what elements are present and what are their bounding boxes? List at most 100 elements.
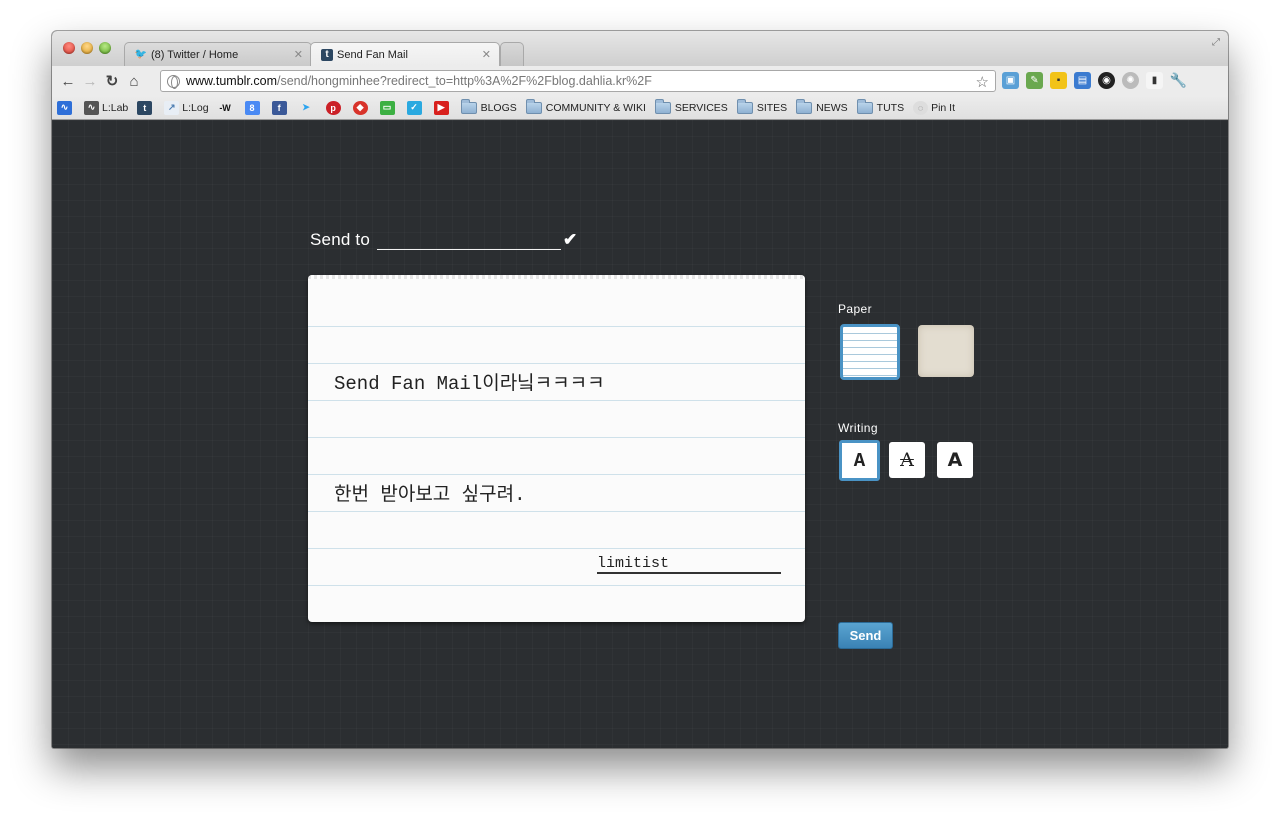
bookmark-label: BLOGS	[480, 101, 517, 114]
evernote-icon[interactable]: ✎	[1026, 72, 1043, 89]
close-icon[interactable]: ✕	[294, 48, 303, 61]
bookmark-llab[interactable]: ∿ L:Lab	[84, 100, 129, 115]
activity-icon: ∿	[57, 100, 72, 115]
screen-capture-icon[interactable]: ▤	[1074, 72, 1091, 89]
tab-label: Send Fan Mail	[337, 48, 408, 61]
extension-icons: ▣ ✎ ▪ ▤ ◉ ✺ ▮ 🔧	[1002, 72, 1187, 89]
check-icon: ✔	[563, 230, 578, 249]
browser-toolbar: ← → ↻ ⌂ www.tumblr.com/send/hongminhee?r…	[52, 66, 1228, 96]
forward-arrow-icon[interactable]: →	[79, 73, 101, 90]
twitter-icon: ➤	[302, 102, 310, 112]
folder-icon	[460, 98, 477, 114]
w-icon: -W	[219, 102, 231, 113]
bookmark-label: TUTS	[876, 101, 905, 114]
phone-icon[interactable]: ▮	[1146, 72, 1163, 89]
tab-strip: 🐦 (8) Twitter / Home ✕ t Send Fan Mail ✕…	[52, 31, 1228, 66]
send-button[interactable]: Send	[838, 622, 893, 649]
pin-icon: ◌	[913, 100, 929, 115]
bookmark-gem[interactable]: ◆	[352, 100, 371, 115]
bookmark-folder-community[interactable]: COMMUNITY & WIKI	[525, 98, 646, 114]
folder-icon	[856, 98, 873, 114]
tumblr-icon: t	[137, 100, 153, 115]
color-wheel-icon[interactable]: ◉	[1098, 72, 1115, 89]
bookmark-folder-sites[interactable]: SITES	[736, 98, 788, 114]
fullscreen-icon[interactable]: ⤢	[1212, 37, 1220, 48]
close-window-button[interactable]	[63, 42, 75, 54]
bookmarks-bar: ∿ ∿ L:Lab t ↗ L:Log -W 8 f ➤ p ◆ ▭ ✓ ▶ B…	[52, 96, 1228, 120]
font-option-script[interactable]: A	[889, 442, 925, 478]
battery-icon: ▭	[379, 100, 395, 115]
bookmark-activity[interactable]: ∿	[57, 100, 75, 115]
foursquare-icon: ✓	[406, 100, 422, 115]
letter-paper[interactable]: Send Fan Mail이라닠ㅋㅋㅋㅋ 한번 받아보고 싶구려. limiti…	[308, 275, 805, 622]
bookmark-youtube[interactable]: ▶	[433, 100, 452, 115]
bookmark-pinterest[interactable]: p	[325, 100, 344, 115]
signature: limitist	[597, 555, 781, 574]
tumblr-icon: t	[321, 48, 333, 61]
bookmark-twitter[interactable]: ➤	[299, 101, 317, 115]
log-icon: ↗	[164, 100, 180, 115]
bookmark-llog[interactable]: ↗ L:Log	[164, 100, 209, 115]
url-domain: www.tumblr.com	[186, 74, 277, 88]
send-to-row: Send to ✔	[310, 228, 577, 250]
paper-option-lined[interactable]	[840, 324, 900, 380]
tab-send-fan-mail[interactable]: t Send Fan Mail ✕	[310, 42, 500, 66]
wrench-icon[interactable]: 🔧	[1170, 72, 1187, 89]
bookmark-facebook[interactable]: f	[271, 100, 290, 115]
bookmark-label: NEWS	[816, 101, 848, 114]
bookmark-label: SITES	[756, 101, 788, 114]
message-textarea[interactable]: Send Fan Mail이라닠ㅋㅋㅋㅋ 한번 받아보고 싶구려.	[334, 292, 784, 588]
font-option-sans[interactable]: A	[937, 442, 973, 478]
zoom-window-button[interactable]	[99, 42, 111, 54]
fan-mail-page: Send to ✔ Send Fan Mail이라닠ㅋㅋㅋㅋ 한번 받아보고 싶…	[52, 120, 1228, 748]
bookmark-folder-services[interactable]: SERVICES	[654, 98, 728, 114]
bookmark-pin-it[interactable]: ◌ Pin It	[913, 100, 956, 115]
bookmark-star-icon[interactable]: ☆	[976, 73, 989, 91]
bookmark-foursquare[interactable]: ✓	[406, 100, 425, 115]
youtube-icon: ▶	[433, 100, 449, 115]
bookmark-folder-blogs[interactable]: BLOGS	[460, 98, 517, 114]
twitter-icon: 🐦	[134, 49, 148, 60]
font-option-typewriter[interactable]: A	[839, 440, 880, 481]
note-icon[interactable]: ▪	[1050, 72, 1067, 89]
bookmark-tumblr[interactable]: t	[137, 100, 155, 115]
home-icon[interactable]: ⌂	[123, 73, 145, 90]
close-icon[interactable]: ✕	[482, 48, 491, 61]
bookmark-label: COMMUNITY & WIKI	[545, 101, 646, 114]
bookmark-folder-news[interactable]: NEWS	[796, 98, 848, 114]
url-path: /send/hongminhee?redirect_to=http%3A%2F%…	[277, 74, 652, 88]
pinterest-icon: p	[325, 100, 341, 115]
gem-icon: ◆	[352, 100, 368, 115]
message-line: Send Fan Mail이라닠ㅋㅋㅋㅋ	[334, 373, 605, 395]
message-line: 한번 받아보고 싶구려.	[334, 484, 526, 506]
bookmark-battery[interactable]: ▭	[379, 100, 398, 115]
extension-clip-icon[interactable]: ▣	[1002, 72, 1019, 89]
bookmark-label: SERVICES	[674, 101, 728, 114]
bookmark-w[interactable]: -W	[218, 101, 236, 115]
reload-icon[interactable]: ↻	[101, 72, 123, 90]
folder-icon	[736, 98, 753, 114]
lab-icon: ∿	[84, 100, 99, 115]
minimize-window-button[interactable]	[81, 42, 93, 54]
globe-icon	[167, 74, 180, 89]
bookmark-label: L:Log	[182, 101, 209, 114]
writing-label: Writing	[838, 421, 878, 435]
facebook-icon: f	[271, 100, 287, 115]
gear-icon[interactable]: ✺	[1122, 72, 1139, 89]
folder-icon	[525, 98, 542, 114]
folder-icon	[796, 98, 813, 114]
new-tab-button[interactable]	[500, 42, 524, 66]
google-plus-icon: 8	[244, 100, 260, 115]
send-to-label: Send to	[310, 230, 371, 249]
paper-option-parchment[interactable]	[918, 325, 974, 377]
browser-window: 🐦 (8) Twitter / Home ✕ t Send Fan Mail ✕…	[52, 31, 1228, 748]
folder-icon	[654, 98, 671, 114]
address-bar[interactable]: www.tumblr.com/send/hongminhee?redirect_…	[160, 70, 996, 92]
bookmark-folder-tuts[interactable]: TUTS	[856, 98, 905, 114]
bookmark-google-plus[interactable]: 8	[244, 100, 263, 115]
bookmark-label: Pin It	[931, 101, 956, 114]
tab-twitter[interactable]: 🐦 (8) Twitter / Home ✕	[124, 42, 312, 66]
back-arrow-icon[interactable]: ←	[57, 73, 79, 90]
recipient-input[interactable]	[377, 228, 562, 250]
bookmark-label: L:Lab	[102, 101, 129, 114]
